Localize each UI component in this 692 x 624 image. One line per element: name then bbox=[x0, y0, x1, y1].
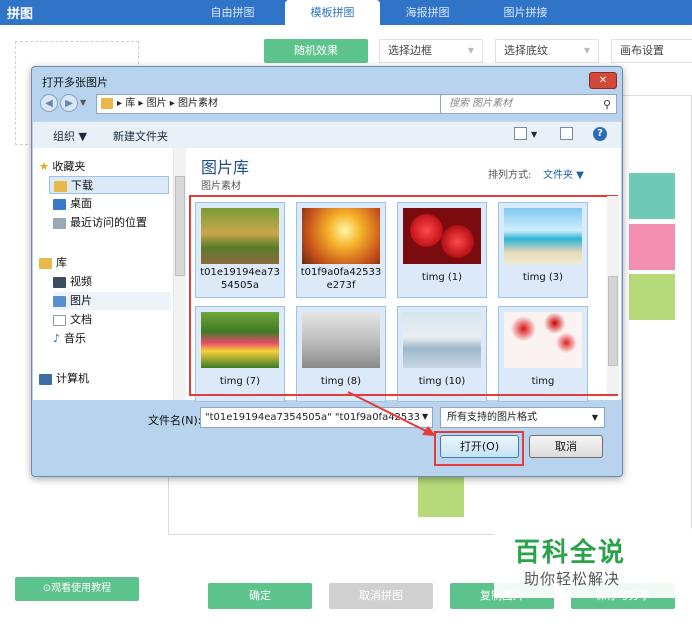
annotation-arrow bbox=[347, 391, 436, 436]
